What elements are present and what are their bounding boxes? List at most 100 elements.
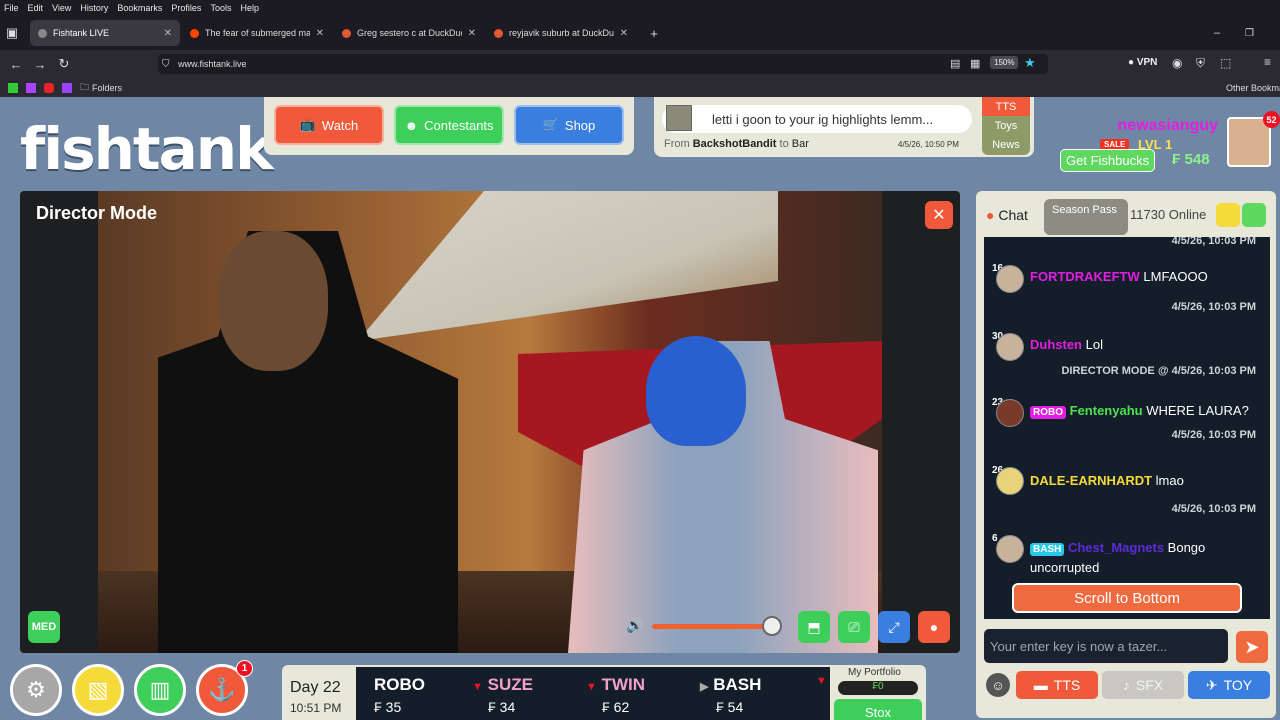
close-video-button[interactable]: ✕ xyxy=(925,201,953,229)
notification-count[interactable]: 52 xyxy=(1263,111,1280,128)
down-arrow-icon: ▼ xyxy=(586,681,597,693)
timestamp: 4/5/26, 10:03 PM xyxy=(1171,301,1256,313)
shop-button[interactable]: 🛒 Shop xyxy=(514,105,624,145)
menu-edit[interactable]: Edit xyxy=(28,3,44,13)
stox-button[interactable]: Stox xyxy=(834,699,922,720)
toy-button[interactable]: ✈ TOY xyxy=(1188,671,1270,699)
fullscreen-icon[interactable]: ⤢ xyxy=(878,611,910,643)
cast-icon[interactable]: ⎚ xyxy=(838,611,870,643)
stock-robo[interactable]: ROBO xyxy=(374,675,425,695)
menu-file[interactable]: File xyxy=(4,3,19,13)
get-fishbucks-button[interactable]: Get Fishbucks xyxy=(1060,149,1156,172)
tab-greg[interactable]: Greg sestero c at DuckDuckGo ✕ xyxy=(334,20,484,46)
star-icon[interactable] xyxy=(1216,203,1240,227)
close-tab-icon[interactable]: ✕ xyxy=(620,28,628,39)
menu-bookmarks[interactable]: Bookmarks xyxy=(117,3,162,13)
timestamp: DIRECTOR MODE @ 4/5/26, 10:03 PM xyxy=(1061,365,1256,377)
avatar[interactable] xyxy=(996,535,1024,563)
watch-button[interactable]: 📺 Watch xyxy=(274,105,384,145)
fishtank-logo[interactable]: fishtank© xyxy=(20,115,292,183)
chat-username[interactable]: Duhsten xyxy=(1030,337,1082,352)
close-tab-icon[interactable]: ✕ xyxy=(164,28,172,39)
site-info-icon[interactable]: ⛉ xyxy=(162,59,170,70)
chat-label[interactable]: ● Chat xyxy=(986,207,1028,223)
avatar[interactable] xyxy=(996,265,1024,293)
chat-username[interactable]: DALE-EARNHARDT xyxy=(1030,473,1152,488)
tab-list-icon[interactable]: ▣ xyxy=(0,25,24,41)
bookmark-star-icon[interactable]: ★ xyxy=(1024,55,1036,71)
stock-bash[interactable]: ▶ BASH xyxy=(700,675,761,695)
chat-messages[interactable]: 4/5/26, 10:03 PM 16 FORTDRAKEFTW LMFAOOO… xyxy=(984,237,1270,619)
tab-fishtank[interactable]: Fishtank LIVE ✕ xyxy=(30,20,180,46)
from-user[interactable]: BackshotBandit xyxy=(693,138,777,150)
video-player[interactable]: Director Mode ✕ MED 🔊 ⬒ ⎚ ⤢ ● xyxy=(20,191,960,653)
tab-news[interactable]: News xyxy=(982,136,1030,155)
youtube-bookmark-icon[interactable] xyxy=(44,82,54,93)
user-panel: newasianguy SALE LVL 1 Get Fishbucks ₣ 5… xyxy=(1058,117,1218,177)
zoom-level[interactable]: 150% xyxy=(990,56,1019,69)
username[interactable]: newasianguy xyxy=(1118,117,1218,135)
new-tab-icon[interactable]: + xyxy=(642,26,666,41)
chat-username[interactable]: FORTDRAKEFTW xyxy=(1030,269,1140,284)
extensions-icon[interactable]: ⬚ xyxy=(1220,56,1231,70)
menu-help[interactable]: Help xyxy=(240,3,259,13)
tab-toys[interactable]: Toys xyxy=(982,116,1030,135)
volume-slider-handle[interactable] xyxy=(762,616,782,636)
menu-icon[interactable]: ≡ xyxy=(1264,55,1271,69)
contestants-button[interactable]: ☻ Contestants xyxy=(394,105,504,145)
tv-icon: 📺 xyxy=(299,117,316,132)
scroll-to-bottom-button[interactable]: Scroll to Bottom xyxy=(1012,583,1242,613)
volume-slider[interactable] xyxy=(652,624,772,629)
season-pass-button[interactable]: Season Pass xyxy=(1044,199,1128,235)
folders-bookmark[interactable]: Folders xyxy=(92,83,122,93)
menu-profiles[interactable]: Profiles xyxy=(171,3,201,13)
twitch-bookmark-icon[interactable] xyxy=(62,82,72,93)
menu-tools[interactable]: Tools xyxy=(210,3,231,13)
green-bookmark-icon[interactable] xyxy=(8,82,18,93)
minimize-icon[interactable]: – xyxy=(1214,27,1220,39)
volume-icon[interactable]: 🔊 xyxy=(626,617,643,634)
tts-message[interactable]: letti i goon to your ig highlights lemm.… xyxy=(662,105,972,133)
shield-icon[interactable]: ⛨ xyxy=(1196,56,1205,71)
tab-title: reyjavik suburb at DuckDuckGo xyxy=(509,28,614,38)
stock-suze[interactable]: ▼ SUZE xyxy=(472,675,533,695)
purple-bookmark-icon[interactable] xyxy=(26,82,36,93)
stock-twin[interactable]: ▼ TWIN xyxy=(586,675,645,695)
tts-button[interactable]: ▬ TTS xyxy=(1016,671,1098,699)
avatar[interactable] xyxy=(996,399,1024,427)
tab-tts[interactable]: TTS xyxy=(982,97,1030,117)
chat-username[interactable]: Fentenyahu xyxy=(1070,403,1143,418)
quality-button[interactable]: MED xyxy=(28,611,60,643)
back-icon[interactable]: ← xyxy=(4,57,28,72)
avatar[interactable] xyxy=(996,333,1024,361)
url-field[interactable]: ⛉ www.fishtank.live xyxy=(158,54,1048,74)
account-icon[interactable]: ◉ xyxy=(1172,56,1182,70)
other-bookmarks[interactable]: Other Bookmarks xyxy=(1226,83,1280,93)
vpn-button[interactable]: ● VPN xyxy=(1128,57,1157,68)
close-tab-icon[interactable]: ✕ xyxy=(316,28,324,39)
chat-username[interactable]: Chest_Magnets xyxy=(1068,540,1164,555)
tts-date: 4/5/26, 10:50 PM xyxy=(898,140,959,149)
items-button[interactable]: ▥ xyxy=(134,664,186,716)
menu-history[interactable]: History xyxy=(80,3,108,13)
close-tab-icon[interactable]: ✕ xyxy=(468,28,476,39)
restore-icon[interactable]: ❐ xyxy=(1245,28,1254,39)
avatar[interactable] xyxy=(996,467,1024,495)
send-icon[interactable]: ➤ xyxy=(1236,631,1268,663)
screenshot-icon[interactable]: ▦ xyxy=(970,57,980,70)
tab-submerged[interactable]: The fear of submerged machine ✕ xyxy=(182,20,332,46)
menu-view[interactable]: View xyxy=(52,3,71,13)
gallery-button[interactable]: ▧ xyxy=(72,664,124,716)
emoji-icon[interactable]: ☺ xyxy=(986,673,1010,697)
settings-button[interactable]: ⚙ xyxy=(10,664,62,716)
notification-badge: 1 xyxy=(236,660,253,677)
chat-input[interactable]: Your enter key is now a tazer... xyxy=(984,629,1228,663)
record-button[interactable]: ● xyxy=(918,611,950,643)
reload-icon[interactable]: ↻ xyxy=(52,56,76,72)
fish-icon[interactable] xyxy=(1242,203,1266,227)
reader-icon[interactable]: ▤ xyxy=(950,57,960,70)
clip-button[interactable]: ⬒ xyxy=(798,611,830,643)
forward-icon[interactable]: → xyxy=(28,57,52,72)
tab-reyjavik[interactable]: reyjavik suburb at DuckDuckGo ✕ xyxy=(486,20,636,46)
sfx-button[interactable]: ♪ SFX xyxy=(1102,671,1184,699)
